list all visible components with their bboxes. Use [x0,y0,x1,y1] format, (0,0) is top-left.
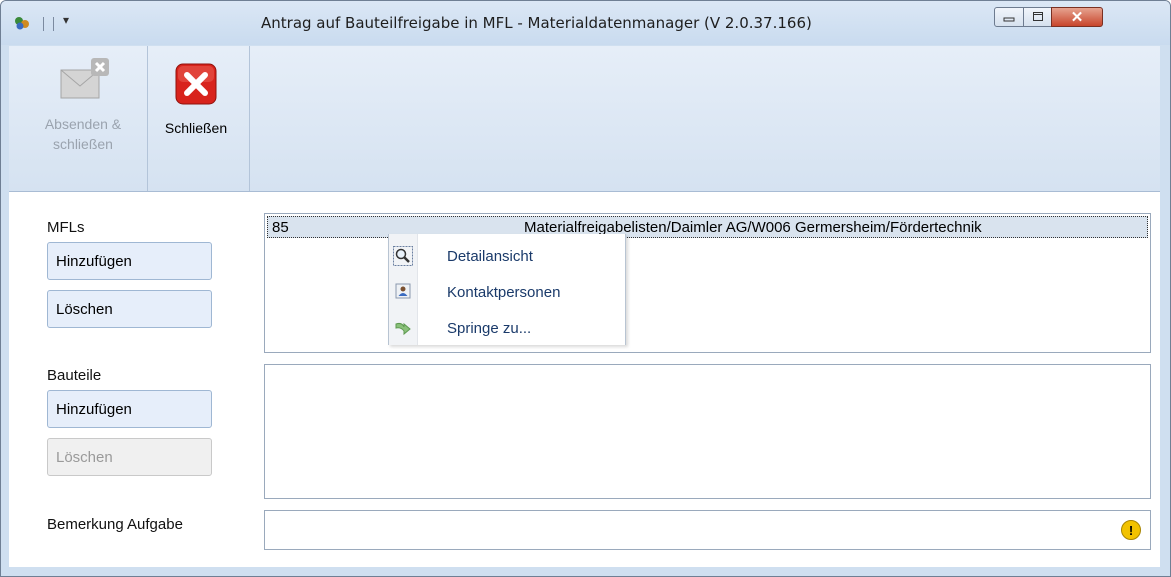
window-title: Antrag auf Bauteilfreigabe in MFL - Mate… [261,14,812,32]
title-bar: ▾ Antrag auf Bauteilfreigabe in MFL - Ma… [1,1,1170,45]
menu-item-label: Kontaktpersonen [447,283,561,301]
app-icon[interactable] [13,15,31,31]
mfl-id-cell: 85 [272,219,289,236]
bauteile-delete-button: Löschen [47,438,212,476]
mfls-label: MFLs [47,219,85,236]
mfls-delete-button[interactable]: Löschen [47,290,212,328]
contact-person-icon [395,283,411,299]
qat-dropdown-icon[interactable]: ▾ [63,13,69,27]
maximize-button[interactable] [1023,7,1052,27]
bauteile-list[interactable] [264,364,1151,499]
remark-input[interactable]: ! [264,510,1151,550]
envelope-close-icon [60,58,109,99]
close-red-icon [175,63,217,105]
close-icon: ✕ [1070,9,1084,26]
window-close-button[interactable]: ✕ [1051,7,1103,27]
ribbon-separator [147,46,148,191]
send-and-close-button[interactable]: Absenden & schließen [27,46,139,191]
ribbon-toolbar: Absenden & schließen Schließen [9,46,1160,192]
jump-arrow-icon [395,322,411,336]
bauteile-add-button[interactable]: Hinzufügen [47,390,212,428]
close-button-label: Schließen [164,120,228,136]
menu-item-label: Springe zu... [447,319,532,337]
menu-item-detailansicht[interactable]: Detailansicht [389,239,625,273]
menu-item-springe-zu[interactable]: Springe zu... [389,311,625,345]
send-and-close-label: Absenden & schließen [44,116,122,152]
menu-item-label: Detailansicht [447,247,533,265]
minimize-button[interactable] [994,7,1024,27]
minimize-icon [1003,17,1015,22]
qat-separator [43,17,44,31]
context-menu: Detailansicht Kontaktpersonen Springe zu… [388,234,626,345]
menu-item-kontaktpersonen[interactable]: Kontaktpersonen [389,275,625,309]
qat-separator [53,17,54,31]
mfls-add-button[interactable]: Hinzufügen [47,242,212,280]
warning-icon: ! [1121,520,1141,540]
ribbon-separator [249,46,250,191]
magnifier-icon [393,246,413,266]
close-button[interactable]: Schließen [151,46,241,191]
bauteile-label: Bauteile [47,367,102,384]
maximize-icon [1032,12,1043,21]
remark-label: Bemerkung Aufgabe [47,516,183,533]
app-window: ▾ Antrag auf Bauteilfreigabe in MFL - Ma… [0,0,1171,577]
